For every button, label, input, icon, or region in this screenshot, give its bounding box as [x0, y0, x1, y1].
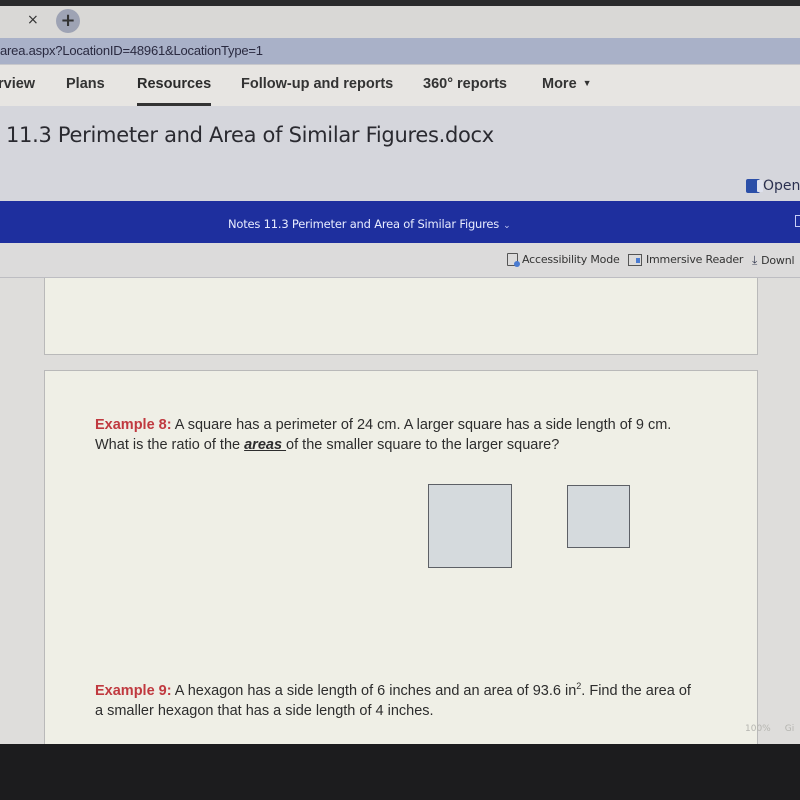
download-label: Downl	[761, 254, 795, 267]
viewer-document-name[interactable]: Notes 11.3 Perimeter and Area of Similar…	[228, 217, 511, 231]
example-8: Example 8: A square has a perimeter of 2…	[95, 415, 671, 455]
nav-more-label: More	[542, 76, 577, 92]
immersive-reader-button[interactable]: Immersive Reader	[628, 253, 743, 266]
screen-bezel-bottom	[0, 744, 800, 800]
larger-square-figure	[428, 484, 512, 568]
example-8-line-2: What is the ratio of the areas of the sm…	[95, 435, 671, 455]
open-in-word-button[interactable]: Open	[746, 178, 800, 194]
accessibility-mode-button[interactable]: Accessibility Mode	[507, 253, 620, 267]
document-header: 11.3 Perimeter and Area of Similar Figur…	[0, 106, 800, 201]
nav-item-more[interactable]: More ▼	[542, 76, 592, 92]
nav-item-resources[interactable]: Resources	[137, 76, 212, 106]
nav-item-plans[interactable]: Plans	[66, 76, 105, 92]
accessibility-icon	[507, 253, 520, 267]
screen-bezel-top	[0, 0, 800, 6]
example-9: Example 9: A hexagon has a side length o…	[95, 676, 691, 721]
document-viewport[interactable]: Example 8: A square has a perimeter of 2…	[0, 278, 800, 744]
address-bar[interactable]: area.aspx?LocationID=48961&LocationType=…	[0, 38, 800, 64]
browser-tab-strip: × +	[0, 0, 800, 38]
viewer-title-bar: Notes 11.3 Perimeter and Area of Similar…	[0, 201, 800, 243]
viewer-document-label: Notes 11.3 Perimeter and Area of Similar…	[228, 217, 500, 231]
word-icon	[746, 179, 763, 193]
previous-example-block	[44, 278, 758, 355]
example-9-label: Example 9:	[95, 682, 172, 699]
example-8-line-1: Example 8: A square has a perimeter of 2…	[95, 415, 671, 435]
immersive-reader-label: Immersive Reader	[646, 253, 744, 266]
nav-item-overview[interactable]: rview	[0, 76, 35, 92]
immersive-reader-icon	[628, 253, 642, 266]
example-9-line-1: Example 9: A hexagon has a side length o…	[95, 676, 691, 701]
example-9-text-1a: A hexagon has a side length of 6 inches …	[171, 682, 577, 699]
smaller-square-figure	[567, 485, 630, 548]
tab-close-icon[interactable]: ×	[27, 12, 39, 28]
viewer-toolbar: Accessibility Mode Immersive Reader ⤓ Do…	[0, 243, 800, 278]
new-tab-button[interactable]: +	[56, 9, 80, 33]
example-8-text-2a: What is the ratio of the	[95, 437, 245, 453]
caret-down-icon: ▼	[582, 78, 592, 88]
address-url[interactable]: area.aspx?LocationID=48961&LocationType=…	[0, 43, 263, 58]
example-9-line-2: a smaller hexagon that has a side length…	[95, 702, 434, 719]
site-nav: rview Plans Resources Follow-up and repo…	[0, 64, 800, 106]
zoom-level[interactable]: 100%	[745, 724, 771, 734]
emphasis-areas: areas	[244, 437, 287, 453]
nav-item-360-reports[interactable]: 360° reports	[423, 76, 507, 92]
panel-icon[interactable]	[795, 215, 800, 227]
example-8-text-1: A square has a perimeter of 24 cm. A lar…	[171, 417, 672, 433]
chevron-down-icon: ⌄	[503, 221, 511, 231]
page-title: 11.3 Perimeter and Area of Similar Figur…	[6, 123, 494, 147]
status-extra: Gi	[784, 724, 795, 734]
example-8-text-2b: of the smaller square to the larger squa…	[286, 437, 560, 453]
document-page: Example 8: A square has a perimeter of 2…	[44, 370, 758, 744]
download-button[interactable]: ⤓ Downl	[752, 253, 795, 268]
download-icon: ⤓	[752, 253, 758, 267]
zoom-status: 100% Gi	[745, 724, 794, 734]
example-9-text-1b: . Find the area of	[581, 682, 691, 699]
accessibility-mode-label: Accessibility Mode	[522, 253, 620, 266]
open-label: Open	[763, 178, 800, 194]
example-8-label: Example 8:	[95, 417, 172, 433]
nav-item-follow-up-reports[interactable]: Follow-up and reports	[241, 76, 393, 92]
